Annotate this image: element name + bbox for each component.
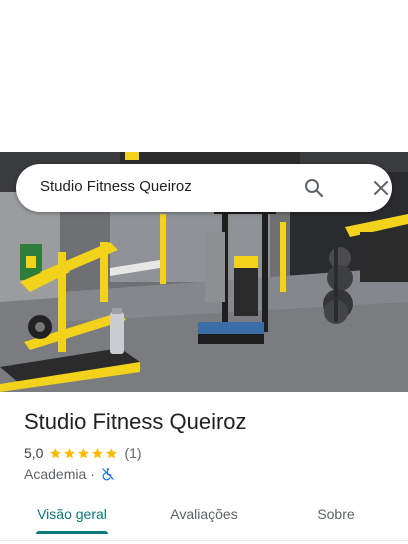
tab-about[interactable]: Sobre [280, 494, 392, 534]
search-input[interactable]: Studio Fitness Queiroz [40, 178, 192, 195]
rating-row[interactable]: 5,0 (1) [24, 444, 142, 462]
star-icon [64, 447, 76, 458]
place-tabs: Visão geral Avaliações Sobre [0, 494, 408, 536]
category-row: Academia · [24, 465, 115, 483]
blank-header-area [0, 0, 408, 152]
star-rating [49, 447, 118, 460]
star-icon [50, 447, 62, 458]
search-icon[interactable] [302, 176, 326, 200]
review-count[interactable]: (1) [124, 445, 141, 461]
star-icon [78, 447, 90, 458]
tab-overview[interactable]: Visão geral [16, 494, 128, 534]
active-tab-indicator [36, 531, 108, 534]
tabs-divider [0, 540, 408, 541]
star-icon [106, 447, 118, 458]
place-category: Academia [24, 466, 87, 482]
tab-reviews[interactable]: Avaliações [148, 494, 260, 534]
star-icon [92, 447, 104, 458]
close-icon[interactable] [369, 176, 393, 200]
search-bar[interactable]: Studio Fitness Queiroz [16, 164, 392, 212]
rating-value: 5,0 [24, 445, 44, 461]
separator-dot: · [90, 466, 95, 482]
place-title: Studio Fitness Queiroz [24, 409, 247, 434]
no-wheelchair-access-icon [102, 468, 114, 481]
